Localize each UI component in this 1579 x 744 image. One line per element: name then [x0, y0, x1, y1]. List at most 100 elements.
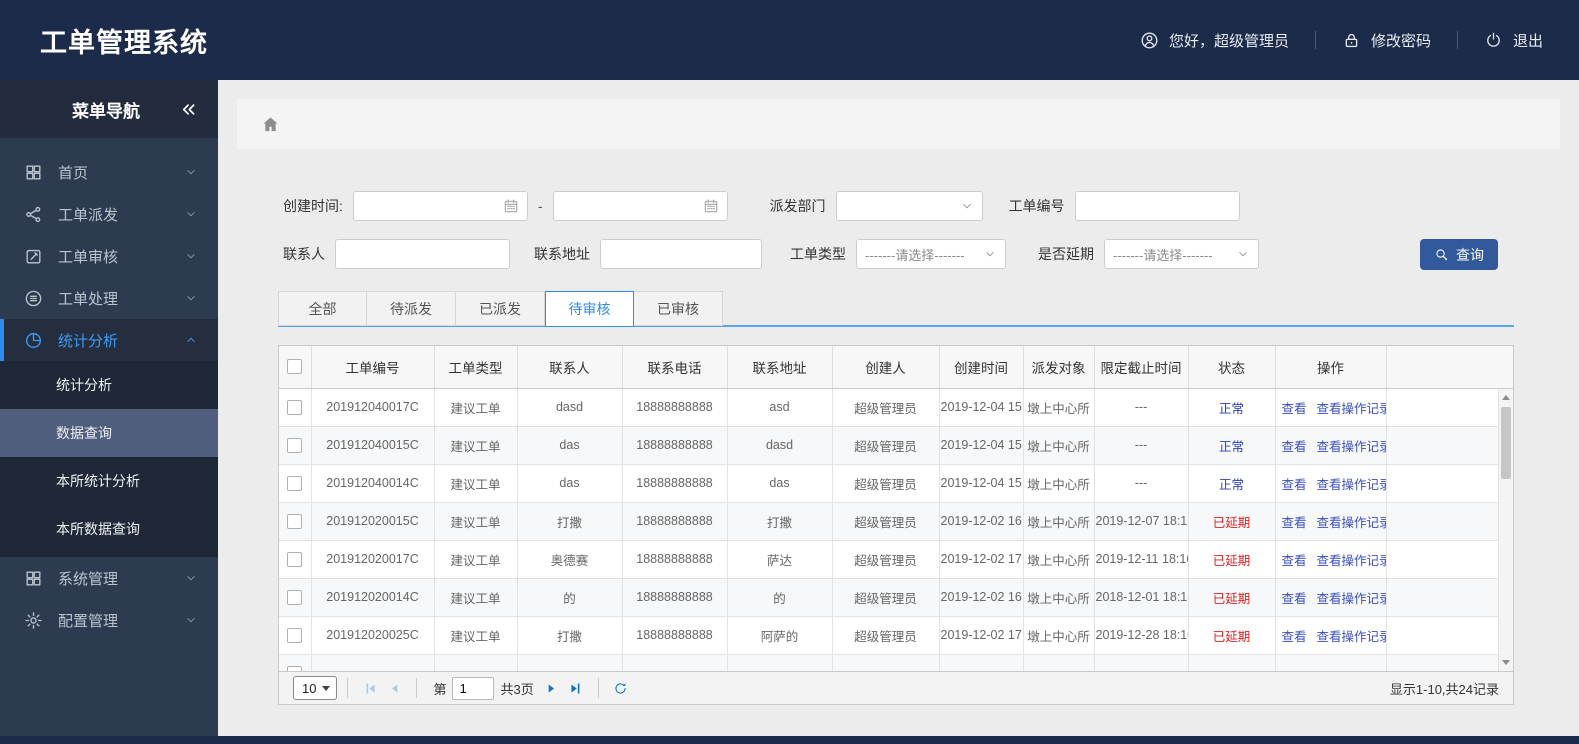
status-badge: 已延期: [1212, 553, 1251, 568]
last-page-button[interactable]: [565, 677, 587, 699]
main-content: 创建时间: - 派发部门 工单编号 联系人 联系地址 工单类型 -------请…: [218, 80, 1579, 736]
view-log-link[interactable]: 查看操作记录: [1317, 478, 1385, 492]
scroll-thumb[interactable]: [1501, 407, 1511, 479]
view-link[interactable]: 查看: [1282, 630, 1307, 644]
row-checkbox-cell: [279, 464, 312, 503]
search-button[interactable]: 查询: [1420, 239, 1498, 270]
calendar-icon: [503, 198, 519, 214]
table-header-row: 工单编号 工单类型 联系人 联系电话 联系地址 创建人 创建时间 派发对象 限定截止时间 状态 操作: [279, 346, 1513, 389]
contact-cell: 的: [517, 578, 623, 617]
view-link[interactable]: 查看: [1282, 478, 1307, 492]
filler-cell: [622, 654, 728, 671]
order-type-select[interactable]: -------请选择-------: [856, 239, 1006, 269]
filler-cell: [1386, 502, 1513, 541]
status-cell: 已延期: [1188, 540, 1276, 579]
create-time-start-input[interactable]: [352, 191, 528, 221]
change-password-button[interactable]: 修改密码: [1342, 30, 1431, 51]
sidebar-subitem-2[interactable]: 本所统计分析: [0, 457, 218, 505]
scroll-down-arrow[interactable]: [1499, 655, 1513, 670]
sidebar-subitem-3[interactable]: 本所数据查询: [0, 505, 218, 553]
row-checkbox[interactable]: [287, 513, 303, 529]
actions-cell: 查看 查看操作记录: [1275, 502, 1387, 541]
sidebar-item-config[interactable]: 配置管理: [0, 599, 218, 641]
contact-input[interactable]: [335, 239, 510, 269]
page-size-select[interactable]: 10: [293, 676, 338, 700]
next-page-button[interactable]: [541, 677, 563, 699]
contact-cell: 打撒: [517, 616, 623, 655]
view-link[interactable]: 查看: [1282, 516, 1307, 530]
view-link[interactable]: 查看: [1282, 592, 1307, 606]
user-greeting[interactable]: 您好，超级管理员: [1140, 30, 1289, 51]
dispatch-dept-select[interactable]: [835, 191, 983, 221]
filler-cell: [1094, 654, 1189, 671]
row-checkbox[interactable]: [287, 399, 303, 415]
creator-cell: 超级管理员: [832, 616, 940, 655]
share-icon: [24, 205, 43, 224]
contact-cell: das: [517, 426, 623, 465]
sidebar-item-system[interactable]: 系统管理: [0, 557, 218, 599]
address-cell: asd: [727, 388, 833, 427]
address-input[interactable]: [600, 239, 762, 269]
view-log-link[interactable]: 查看操作记录: [1317, 554, 1385, 568]
tab-to-dispatch[interactable]: 待派发: [367, 291, 456, 326]
logout-button[interactable]: 退出: [1484, 30, 1543, 51]
row-checkbox[interactable]: [287, 437, 303, 453]
first-page-button[interactable]: [359, 677, 381, 699]
column-header-6: 创建时间: [939, 346, 1024, 389]
sidebar-item-stats[interactable]: 统计分析: [0, 319, 218, 361]
home-icon[interactable]: [261, 115, 280, 134]
scroll-up-arrow[interactable]: [1499, 390, 1513, 405]
sidebar-item-dispatch[interactable]: 工单派发: [0, 193, 218, 235]
filler-cell: [311, 654, 435, 671]
refresh-icon: [613, 681, 628, 696]
sidebar-item-process[interactable]: 工单处理: [0, 277, 218, 319]
target-cell: 墩上中心所: [1023, 464, 1095, 503]
row-checkbox[interactable]: [287, 589, 303, 605]
collapse-sidebar-icon[interactable]: [179, 100, 198, 119]
select-all-checkbox[interactable]: [287, 359, 303, 375]
deadline-cell: ---: [1094, 426, 1189, 465]
view-log-link[interactable]: 查看操作记录: [1317, 402, 1385, 416]
table-scrollbar[interactable]: [1498, 389, 1513, 671]
view-log-link[interactable]: 查看操作记录: [1317, 516, 1385, 530]
sidebar-subitem-1[interactable]: 数据查询: [0, 409, 218, 457]
view-link[interactable]: 查看: [1282, 554, 1307, 568]
next-page-icon: [544, 681, 559, 696]
tab-reviewed[interactable]: 已审核: [634, 291, 723, 326]
power-icon: [1484, 31, 1503, 50]
chevron-down-icon: [960, 199, 974, 213]
column-header-2: 联系人: [517, 346, 623, 389]
create-time-end-input[interactable]: [552, 191, 728, 221]
greeting-text: 您好，超级管理员: [1168, 32, 1289, 50]
view-link[interactable]: 查看: [1282, 402, 1307, 416]
delayed-select[interactable]: -------请选择-------: [1104, 239, 1259, 269]
filler-cell: [727, 654, 833, 671]
sidebar-item-review[interactable]: 工单审核: [0, 235, 218, 277]
view-link[interactable]: 查看: [1282, 440, 1307, 454]
row-checkbox[interactable]: [287, 627, 303, 643]
tab-dispatched[interactable]: 已派发: [456, 291, 545, 326]
page-number-input[interactable]: [452, 676, 495, 700]
tab-all[interactable]: 全部: [278, 291, 367, 326]
row-checkbox[interactable]: [287, 475, 303, 491]
view-log-link[interactable]: 查看操作记录: [1317, 592, 1385, 606]
refresh-button[interactable]: [610, 677, 632, 699]
tab-to-review[interactable]: 待审核: [545, 291, 634, 327]
sidebar-item-home[interactable]: 首页: [0, 151, 218, 193]
view-log-link[interactable]: 查看操作记录: [1317, 630, 1385, 644]
row-checkbox[interactable]: [287, 551, 303, 567]
address-cell: 的: [727, 578, 833, 617]
creator-cell: 超级管理员: [832, 578, 940, 617]
prev-page-button[interactable]: [383, 677, 405, 699]
column-header-7: 派发对象: [1023, 346, 1095, 389]
filler-cell: [517, 654, 623, 671]
order-no-input[interactable]: [1074, 191, 1240, 221]
filler-cell: [1386, 388, 1513, 427]
view-log-link[interactable]: 查看操作记录: [1317, 440, 1385, 454]
sidebar-subitem-0[interactable]: 统计分析: [0, 361, 218, 409]
filler-cell: [1386, 540, 1513, 579]
deadline-cell: 2019-12-28 18:10: [1094, 616, 1189, 655]
order-no-cell: 201912020017C: [311, 540, 435, 579]
target-cell: 墩上中心所: [1023, 616, 1095, 655]
created-cell: 2019-12-02 17: [939, 540, 1024, 579]
